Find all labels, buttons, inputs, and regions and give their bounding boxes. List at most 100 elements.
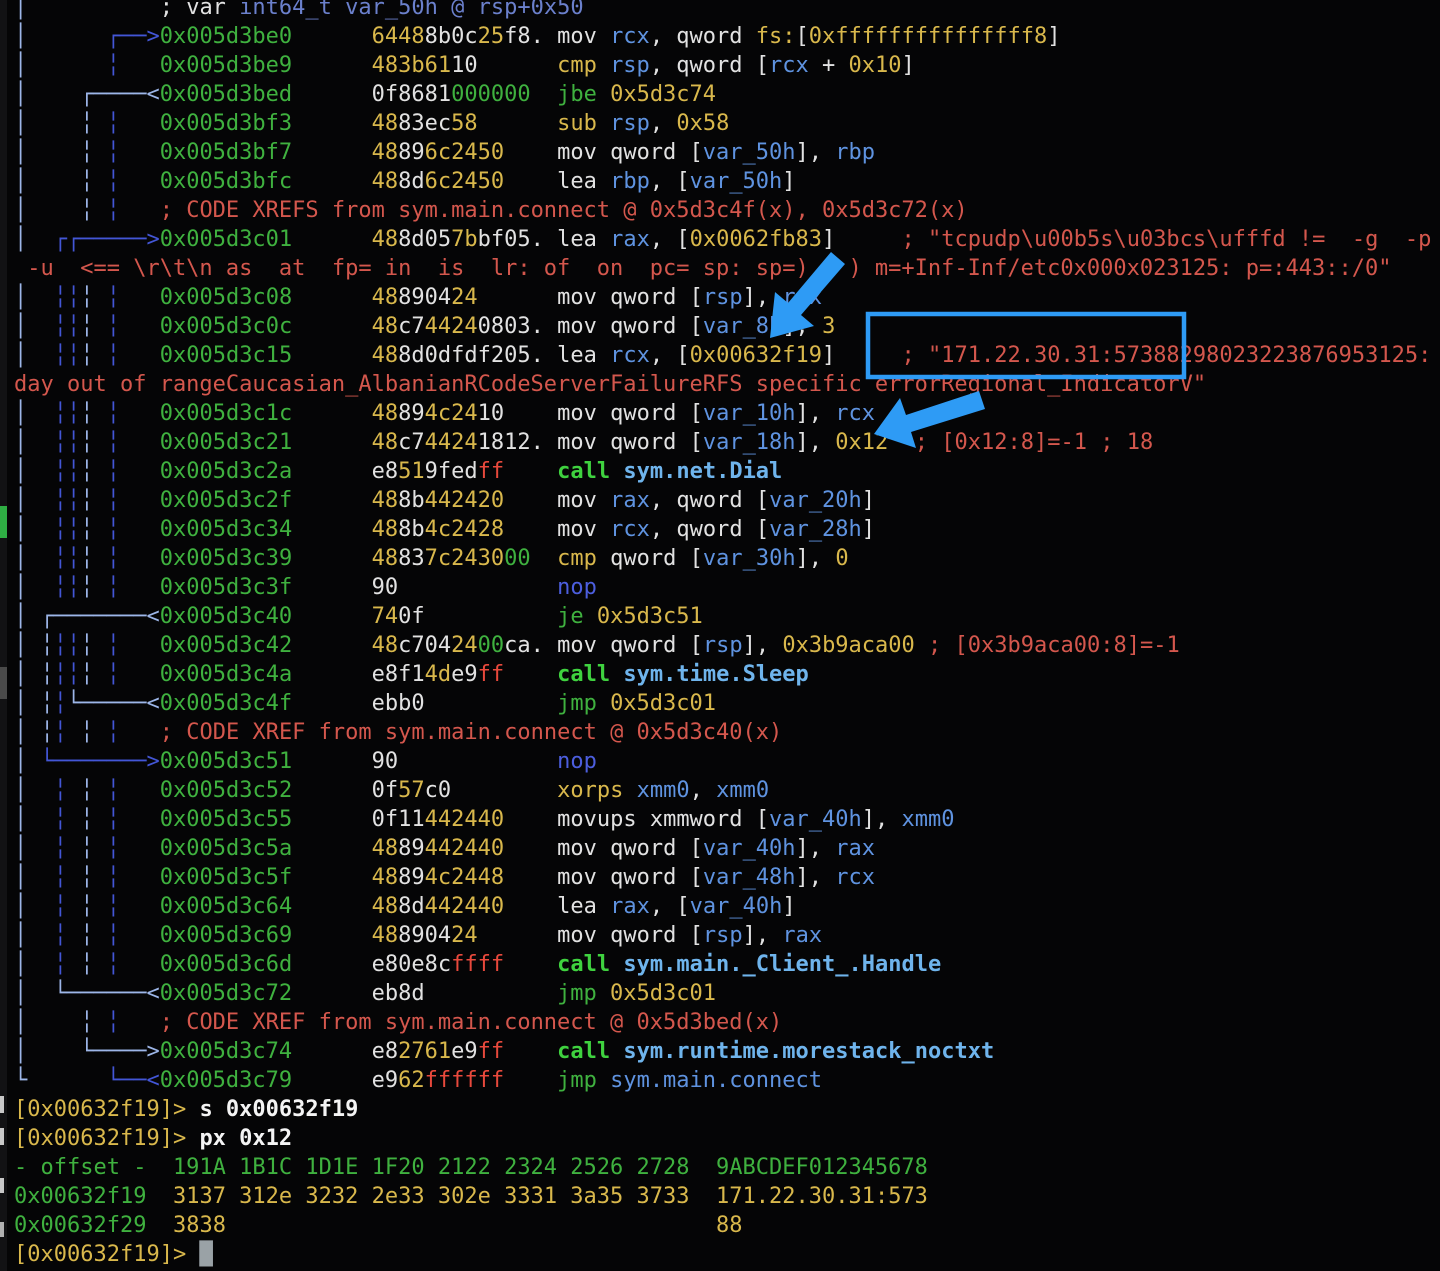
hexdump-row-1: 0x00632f19 3137 312e 3232 2e33 302e 3331… (14, 1182, 1431, 1211)
text-token: [ (796, 24, 809, 49)
text-token (504, 1039, 557, 1064)
text-token (504, 865, 557, 890)
text-token: var_28h (769, 517, 862, 542)
text-token: rcx (835, 401, 875, 426)
text-token: 48 (372, 314, 399, 339)
text-token: │ ╎ (14, 140, 107, 165)
text-token: 89 (398, 401, 425, 426)
text-token: xmm0 (716, 778, 769, 803)
text-token: c7 (398, 430, 425, 455)
text-token: ebb0 (372, 691, 557, 716)
text-token: 0x12 (835, 430, 888, 455)
text-token: 0x0062fb83 (690, 227, 822, 252)
text-token: 0x005d3bfc (160, 169, 372, 194)
text-token: ╎ (80, 314, 107, 339)
text-token: c0 (425, 778, 557, 803)
text-token: qword [ (610, 546, 703, 571)
text-token: 3838 (173, 1213, 226, 1238)
text-token: var_8h (703, 314, 782, 339)
text-token: ╎ (107, 198, 160, 223)
text-token: ╎ (107, 140, 160, 165)
text-token: ff (478, 459, 505, 484)
text-token: rsp (610, 53, 650, 78)
text-token: 3 (822, 314, 835, 339)
text-token: 0x005d3c34 (160, 517, 372, 542)
terminal-cursor[interactable]: █ (199, 1242, 212, 1267)
text-token: rcx (835, 865, 875, 890)
text-token: │ └──────< (14, 981, 160, 1006)
text-token: e9 (451, 1039, 478, 1064)
text-token: ffffff (425, 1068, 504, 1093)
text-token: 442440 (425, 836, 504, 861)
text-token: 0 (835, 546, 848, 571)
text-token: 0x005d3bed (160, 82, 372, 107)
text-token: └ (14, 1068, 107, 1093)
text-token: sym.time.Sleep (623, 662, 808, 687)
text-token: │ (14, 53, 27, 78)
text-token: ; [0x3b9aca00:8]=-1 (915, 633, 1180, 658)
text-token: ; "tcpudp\u00b5s\u03bcs\ufffd != -g -p (902, 227, 1432, 252)
text-token: ┌┌─────> (54, 227, 160, 252)
text-token: │ (14, 488, 54, 513)
text-token: 1812. (478, 430, 557, 455)
text-token: 0803. (478, 314, 557, 339)
text-token: 9fed (425, 459, 478, 484)
text-token: │ ╎ (14, 691, 54, 716)
text-token: mov qword [ (557, 314, 703, 339)
text-token: , [ (650, 343, 690, 368)
text-token: 171.22.30.31:573 (690, 1184, 928, 1209)
text-token: 0x5d3c01 (610, 981, 716, 1006)
text-token: 4c24 (425, 401, 478, 426)
text-token (478, 111, 557, 136)
text-token: │ (14, 778, 54, 803)
disassembly-output: │ ; var int64_t var_50h @ rsp+0x50│ ┌──>… (0, 0, 1431, 1269)
text-token: ╎ (80, 343, 107, 368)
text-token: ; CODE XREF from sym.main.connect @ 0x5d… (160, 720, 783, 745)
text-token: 0x00632f19 (14, 1184, 173, 1209)
text-token: 48 (372, 836, 399, 861)
text-token (504, 169, 557, 194)
text-token: 0x005d3c51 (160, 749, 372, 774)
prompt-px-command: [0x00632f19]> px 0x12 (14, 1124, 1431, 1153)
text-token: 8d (398, 894, 425, 919)
text-token: │ (14, 894, 54, 919)
text-token: 0x00632f19 (690, 343, 822, 368)
text-token: ] (1047, 24, 1060, 49)
text-token: ┌──> (27, 24, 159, 49)
text-token: │ ╎ (14, 720, 54, 745)
text-token: 0f (372, 778, 399, 803)
text-token: xorps (557, 778, 636, 803)
text-token: -u <== \r\t\n as at fp= in is lr: of on … (14, 256, 1392, 281)
text-token: 89 (398, 865, 425, 890)
text-token: je (557, 604, 597, 629)
text-token: │ (14, 865, 54, 890)
radare2-terminal-window[interactable]: │ ; var int64_t var_50h @ rsp+0x50│ ┌──>… (0, 0, 1440, 1271)
text-token: 0x005d3c01 (160, 227, 372, 252)
text-token: call (557, 952, 623, 977)
text-token: 7b (451, 227, 478, 252)
text-token: eb8d (372, 981, 557, 1006)
disasm-0x005d3c1c: │ ╎╎╎ ╎ 0x005d3c1c 48894c2410 mov qword … (14, 399, 1431, 428)
text-token: └──< (107, 1068, 160, 1093)
text-token: ╎╎ (54, 401, 81, 426)
text-token: ], (796, 430, 836, 455)
text-token: 4424 (425, 430, 478, 455)
xref-comment-2: │ ╎╎ ╎ ╎ ; CODE XREF from sym.main.conne… (14, 718, 1431, 747)
text-token: 0xfffffffffffffff8 (809, 24, 1047, 49)
text-token: 90 (372, 749, 557, 774)
text-token: │ ┌───────< (14, 604, 160, 629)
text-token: 48 (372, 546, 399, 571)
text-token: ╎╎ (54, 314, 81, 339)
text-token: rsp (703, 285, 743, 310)
disasm-0x005d3c2f: │ ╎╎╎ ╎ 0x005d3c2f 488b442420 mov rax, q… (14, 486, 1431, 515)
text-token: var_50h (690, 169, 783, 194)
text-token: ], (796, 836, 836, 861)
text-token: 0x5d3c51 (597, 604, 703, 629)
text-token: 0f (398, 604, 557, 629)
text-token: var_40h (690, 894, 783, 919)
text-token: 0x005d3c5a (160, 836, 372, 861)
text-token: 48 (372, 894, 399, 919)
text-token: [0x00632f19]> (14, 1097, 199, 1122)
text-token: nop (557, 575, 597, 600)
text-token: └─────< (67, 691, 160, 716)
